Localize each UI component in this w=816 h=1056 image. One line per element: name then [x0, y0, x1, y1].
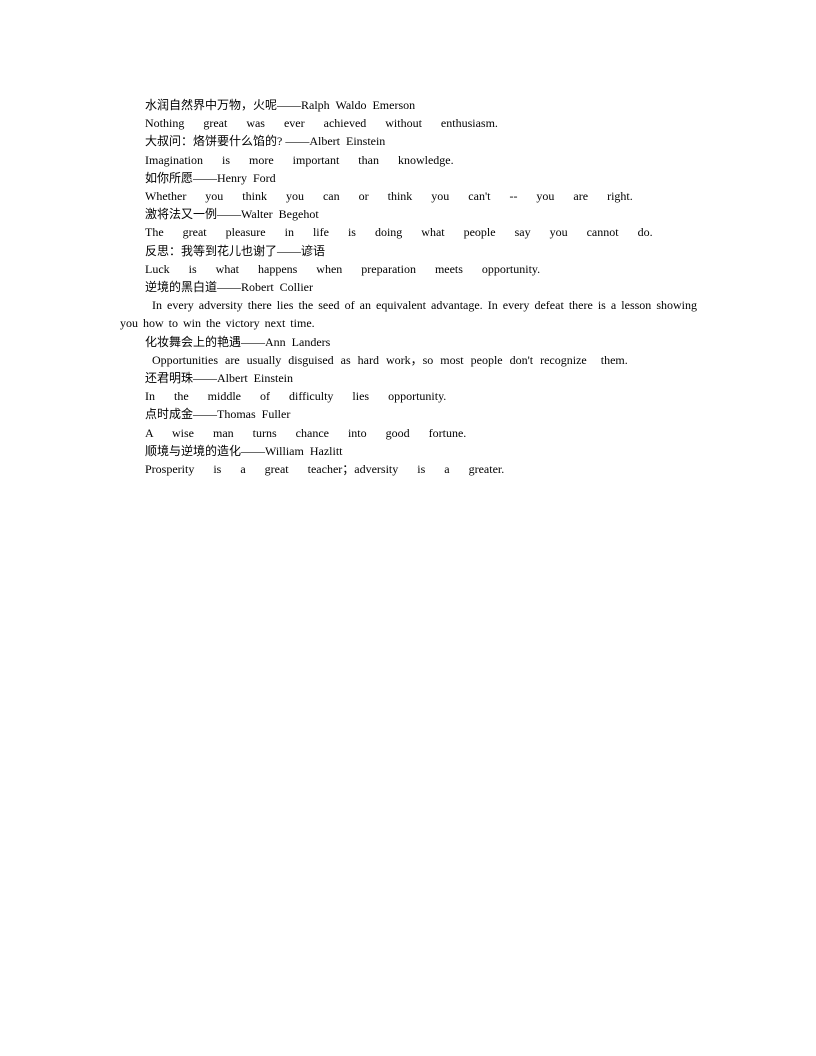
quotation-heading: 大叔问：烙饼要什么馅的? ——Albert Einstein	[145, 134, 386, 149]
quotation-heading: 顺境与逆境的造化——William Hazlitt	[145, 443, 343, 458]
quotation-heading: 反思：我等到花儿也谢了——谚语	[145, 243, 326, 258]
quotation-list: 水润自然界中万物，火呢——Ralph Waldo Emerson Nothing …	[120, 96, 697, 478]
quotation-text: Opportunities are usually disguised as h…	[152, 352, 628, 367]
quotation-heading: 如你所愿——Henry Ford	[145, 170, 276, 185]
quotation-text: Nothing great was ever achieved without …	[145, 116, 498, 131]
quotation-heading: 化妆舞会上的艳遇——Ann Landers	[145, 334, 331, 349]
quotation-heading: 激将法又一例——Walter Begehot	[145, 207, 319, 222]
quotation-text: In every adversity there lies the seed o…	[120, 298, 702, 331]
quotation-heading: 水润自然界中万物，火呢——Ralph Waldo Emerson	[145, 98, 416, 112]
quotation-heading: 还君明珠——Albert Einstein	[145, 371, 293, 386]
quotation-text: Luck is what happens when preparation me…	[145, 261, 541, 276]
quotation-heading: 逆境的黑白道——Robert Collier	[145, 280, 313, 295]
quotation-text: Imagination is more important than knowl…	[145, 152, 454, 167]
quotation-text: The great pleasure in life is doing what…	[145, 225, 653, 240]
quotation-text: In the middle of difficulty lies opportu…	[145, 389, 447, 404]
document-page: 水润自然界中万物，火呢——Ralph Waldo Emerson Nothing …	[0, 0, 816, 1056]
quotation-text: Prosperity is a great teacher；adversity …	[145, 462, 505, 477]
quotation-text: A wise man turns chance into good fortun…	[145, 425, 467, 440]
quotation-heading: 点时成金——Thomas Fuller	[145, 407, 291, 422]
quotation-text: Whether you think you can or think you c…	[145, 189, 633, 204]
